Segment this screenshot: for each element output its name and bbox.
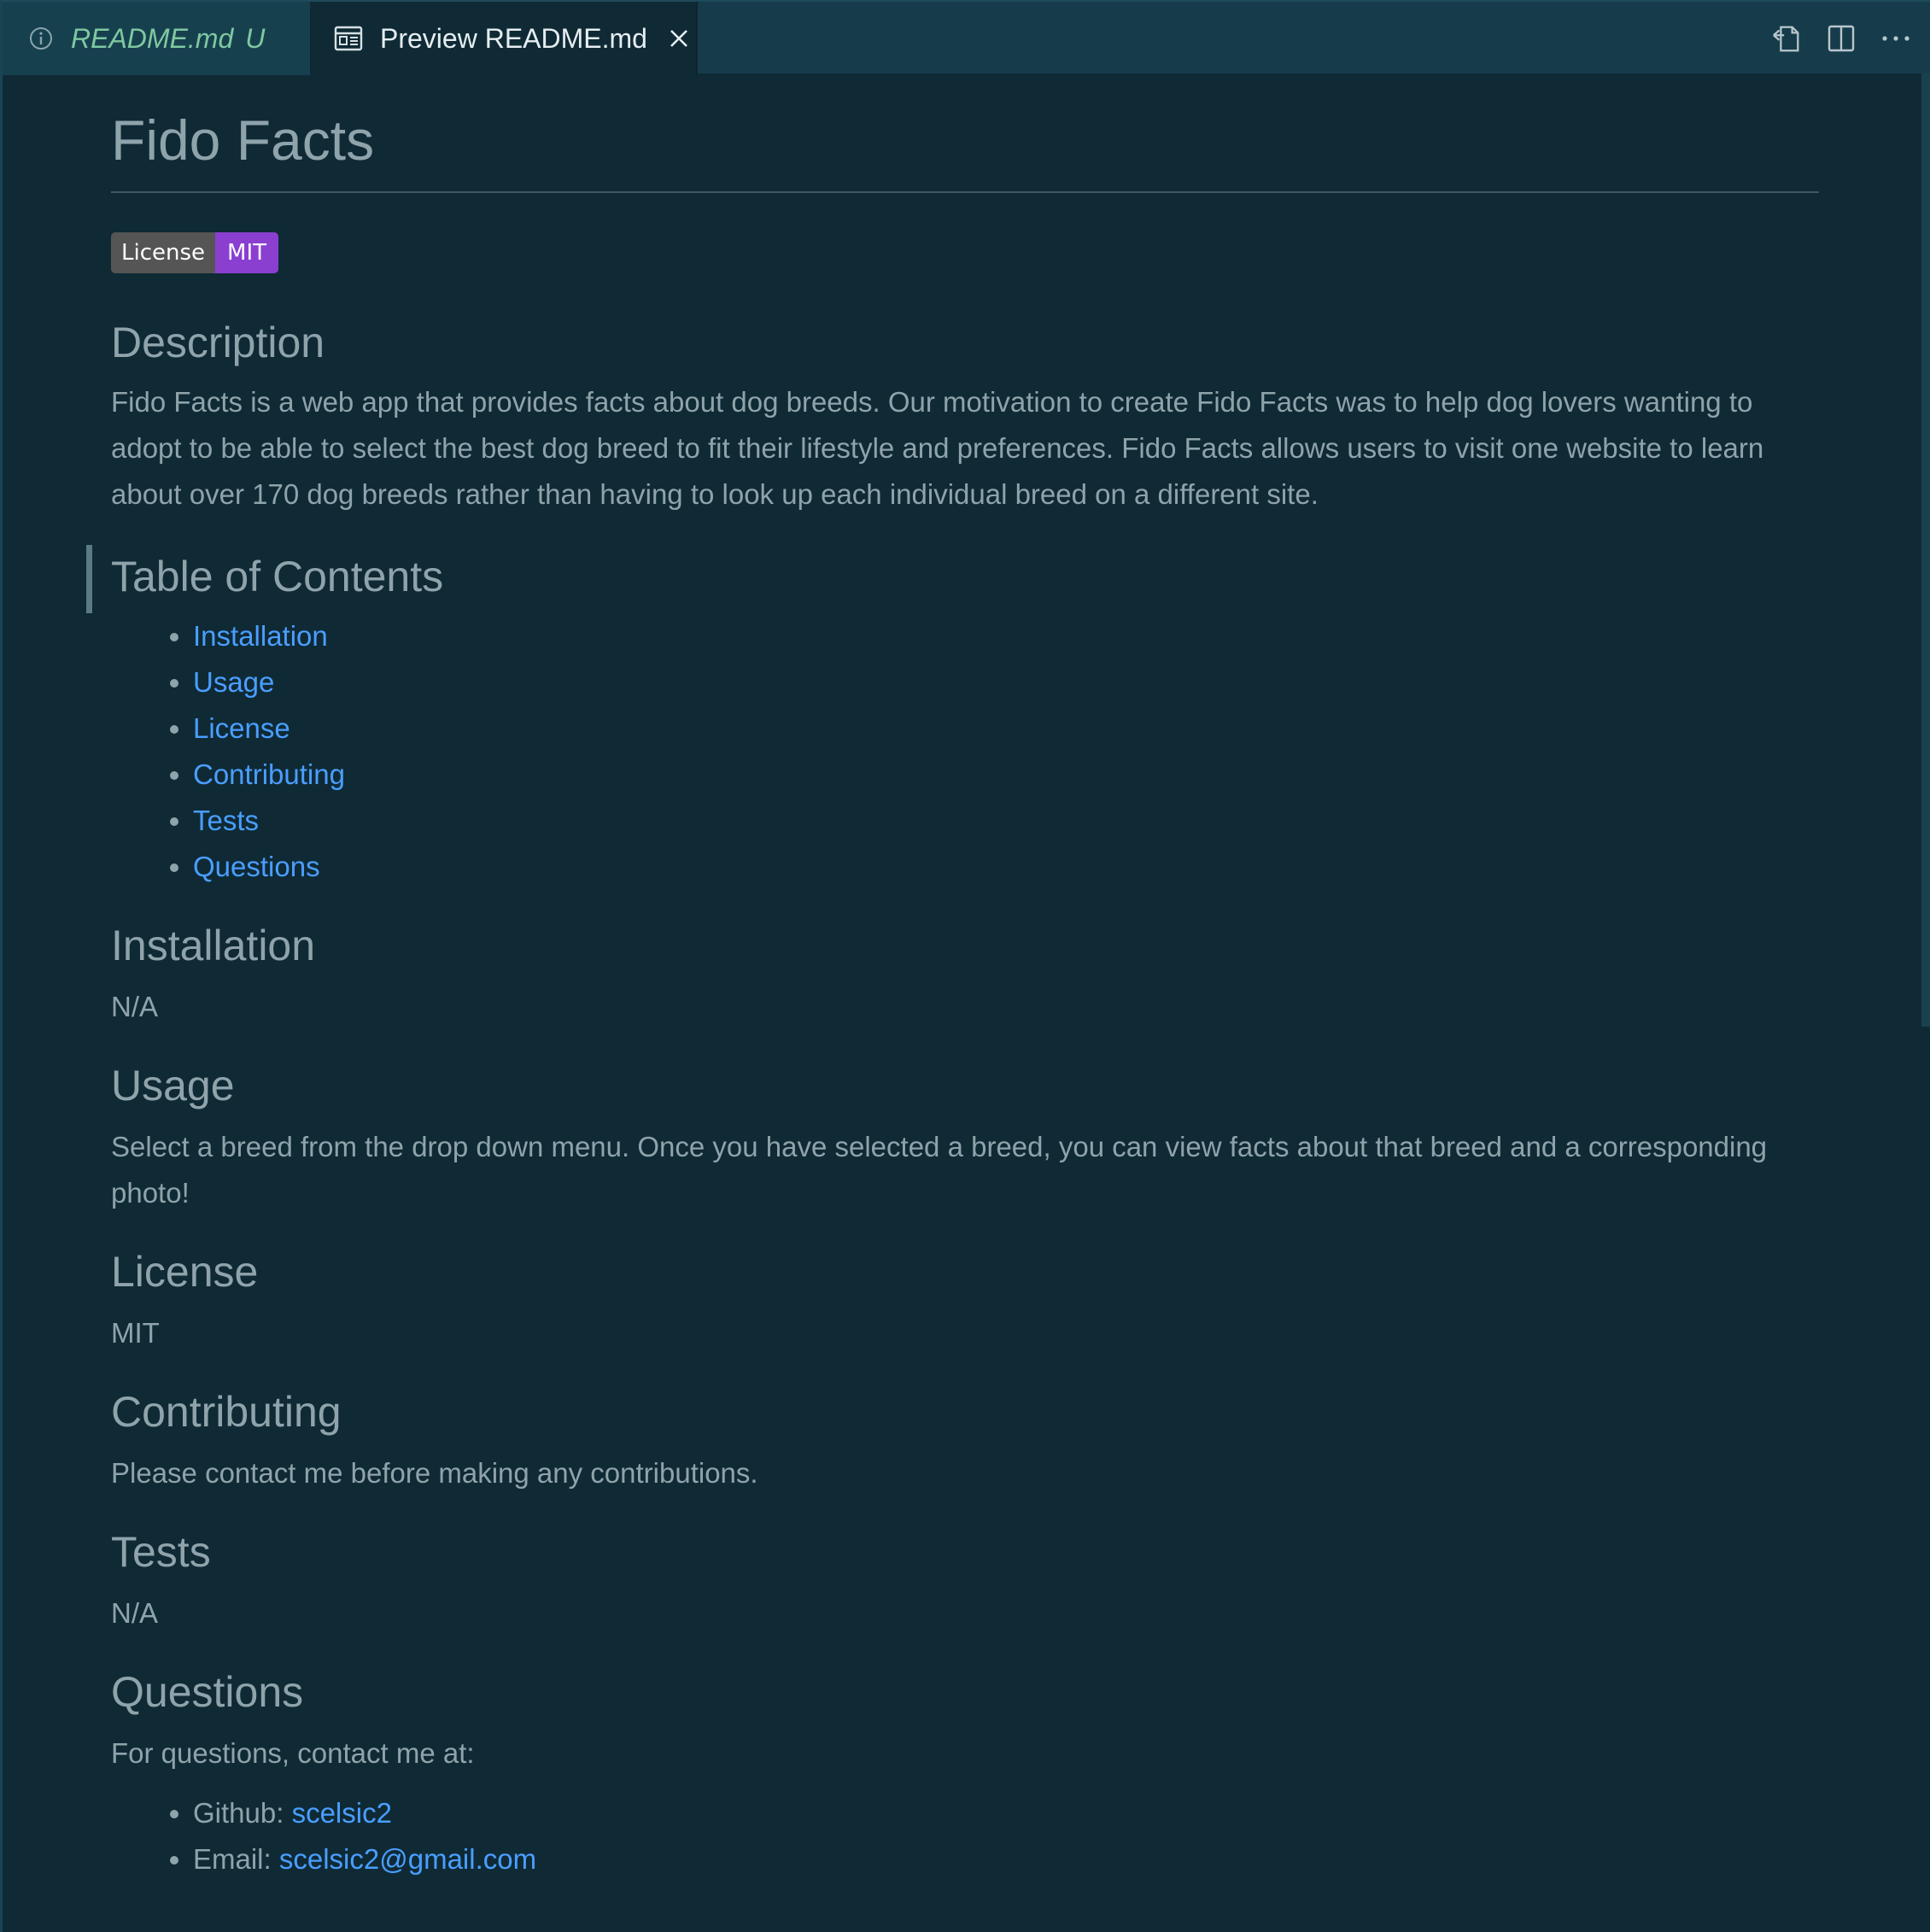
heading-text: Table of Contents	[111, 553, 444, 600]
selection-indicator	[86, 545, 92, 613]
tab-label: Preview README.md	[380, 22, 647, 54]
scrollbar[interactable]	[1921, 73, 1930, 1027]
questions-text: For questions, contact me at:	[111, 1737, 475, 1769]
more-actions-icon[interactable]	[1880, 23, 1911, 54]
list-item: Email: scelsic2@gmail.com	[193, 1836, 1819, 1882]
toc-link-license[interactable]: License	[193, 712, 290, 744]
list-item: Github: scelsic2	[193, 1790, 1819, 1836]
list-item: Tests	[193, 798, 1819, 844]
toc-list: Installation Usage License Contributing …	[111, 613, 1819, 890]
list-item: Questions	[193, 844, 1819, 890]
installation-text: N/A	[111, 991, 159, 1022]
license-text: MIT	[111, 1317, 160, 1349]
toc-link-usage[interactable]: Usage	[193, 666, 274, 698]
toc-link-installation[interactable]: Installation	[193, 620, 328, 652]
tab-bar: README.md U Preview README.md	[3, 0, 1930, 75]
tab-label: README.md	[71, 22, 234, 54]
heading-questions: Questions	[111, 1668, 304, 1716]
heading-contributing: Contributing	[111, 1388, 342, 1436]
email-label: Email:	[193, 1843, 272, 1875]
open-source-icon[interactable]	[1771, 23, 1802, 54]
editor-window: README.md U Preview README.md Fido Facts…	[0, 0, 1930, 1932]
markdown-preview: Fido Facts License MIT Description Fido …	[86, 73, 1819, 1882]
split-editor-icon[interactable]	[1826, 23, 1857, 54]
page-title: Fido Facts	[111, 73, 1819, 193]
contact-list: Github: scelsic2 Email: scelsic2@gmail.c…	[111, 1790, 1819, 1882]
list-item: License	[193, 705, 1819, 752]
heading-installation: Installation	[111, 922, 316, 969]
tab-readme-source[interactable]: README.md U	[3, 2, 310, 75]
description-text: Fido Facts is a web app that provides fa…	[111, 386, 1764, 510]
github-link[interactable]: scelsic2	[292, 1797, 392, 1829]
usage-text: Select a breed from the drop down menu. …	[111, 1131, 1768, 1209]
tab-untracked-badge: U	[245, 22, 266, 54]
info-icon	[28, 26, 54, 51]
license-badge: License MIT	[111, 232, 279, 273]
github-label: Github:	[193, 1797, 284, 1829]
email-link[interactable]: scelsic2@gmail.com	[279, 1843, 536, 1875]
heading-table-of-contents: Table of Contents	[86, 545, 1819, 613]
toc-link-questions[interactable]: Questions	[193, 851, 320, 882]
editor-actions	[1771, 2, 1930, 75]
tests-text: N/A	[111, 1597, 159, 1629]
close-icon[interactable]	[668, 27, 690, 50]
list-item: Installation	[193, 613, 1819, 659]
heading-description: Description	[111, 319, 325, 366]
badge-value: MIT	[215, 232, 279, 273]
toc-link-tests[interactable]: Tests	[193, 805, 259, 836]
tab-preview-readme[interactable]: Preview README.md	[310, 2, 698, 75]
list-item: Contributing	[193, 752, 1819, 798]
preview-icon	[334, 26, 363, 51]
contributing-text: Please contact me before making any cont…	[111, 1457, 758, 1489]
heading-tests: Tests	[111, 1528, 211, 1576]
heading-usage: Usage	[111, 1062, 235, 1109]
badge-label: License	[111, 232, 216, 273]
toc-link-contributing[interactable]: Contributing	[193, 758, 345, 790]
list-item: Usage	[193, 659, 1819, 705]
heading-license: License	[111, 1248, 259, 1296]
